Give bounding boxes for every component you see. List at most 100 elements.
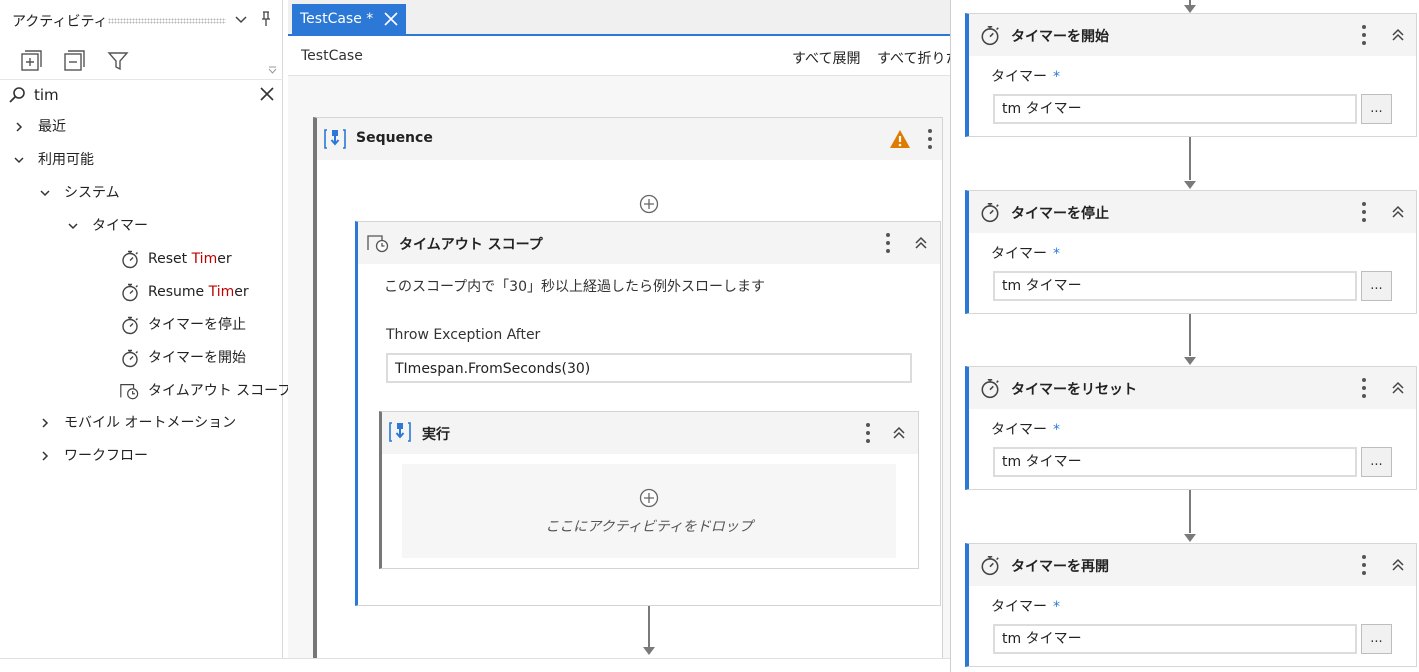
execute-block[interactable]: 実行 ここにアクティビティをドロップ [379, 411, 919, 569]
timer-input[interactable]: tm タイマー [993, 624, 1357, 654]
chevron-down-icon [40, 190, 50, 197]
activity-timeout-scope[interactable]: タイムアウト スコープ [0, 377, 291, 405]
browse-button[interactable]: ... [1361, 94, 1392, 124]
activity-stop-timer[interactable]: タイマーを停止 [0, 311, 283, 339]
clear-search-icon[interactable] [258, 85, 276, 103]
timeout-scope-description: このスコープ内で「30」秒以上経過したら例外スローします [384, 279, 765, 295]
collapse-icon[interactable] [1391, 205, 1405, 219]
stop-timer-activity[interactable]: タイマーを停止 タイマー * tm タイマー ... [965, 190, 1417, 314]
connector-arrow-icon [1184, 357, 1196, 365]
stopwatch-icon [122, 316, 138, 335]
execute-title: 実行 [422, 427, 450, 443]
tree-item-mobile[interactable]: モバイル オートメーション [0, 409, 283, 437]
timeout-scope-icon [120, 384, 139, 400]
timer-field-label: タイマー * [991, 422, 1060, 438]
status-strip [0, 658, 950, 672]
throw-exception-after-input[interactable]: TImespan.FromSeconds(30) [386, 353, 912, 383]
activity-start-timer[interactable]: タイマーを開始 [0, 344, 283, 372]
stopwatch-icon [122, 283, 138, 302]
activity-resume-timer[interactable]: Resume Timer [0, 278, 283, 306]
expand-all-link[interactable]: すべて展開 [792, 48, 860, 68]
collapse-icon[interactable] [892, 426, 906, 440]
timer-activities-panel: タイマーを開始 タイマー * tm タイマー ... タイマーを停止 タイマー * … [950, 0, 1419, 672]
sequence-icon [324, 129, 346, 149]
timer-input[interactable]: tm タイマー [993, 447, 1357, 477]
flow-connector [1189, 490, 1191, 533]
timer-input[interactable]: tm タイマー [993, 271, 1357, 301]
activity-reset-timer[interactable]: Reset Timer [0, 245, 283, 273]
tree-item-label: 利用可能 [38, 152, 94, 168]
flow-connector [648, 606, 650, 650]
collapse-icon[interactable] [914, 236, 928, 250]
activity-title: タイマーを再開 [1011, 559, 1109, 575]
connector-arrow-icon [643, 647, 655, 655]
timer-input[interactable]: tm タイマー [993, 94, 1357, 124]
expand-all-icon[interactable] [20, 50, 42, 72]
more-options-icon[interactable] [885, 232, 891, 254]
tree-item-system[interactable]: システム [0, 179, 283, 207]
tab-strip: TestCase * [288, 0, 950, 36]
tree-item-available[interactable]: 利用可能 [0, 146, 283, 174]
stopwatch-icon [981, 202, 999, 223]
sequence-header: Sequence [317, 118, 942, 160]
more-options-icon[interactable] [1361, 24, 1367, 46]
tree-item-recent[interactable]: 最近 [0, 113, 283, 141]
search-input[interactable] [34, 84, 244, 106]
collapse-icon[interactable] [1391, 558, 1405, 572]
more-options-icon[interactable] [1361, 201, 1367, 223]
sequence-activity[interactable]: Sequence タイムアウト スコープ このスコープ内で「30」秒以上経過した… [313, 117, 943, 658]
designer-canvas[interactable]: Sequence タイムアウト スコープ このスコープ内で「30」秒以上経過した… [288, 76, 950, 658]
add-activity-icon[interactable] [639, 194, 659, 214]
more-options-icon[interactable] [865, 422, 871, 444]
filter-icon[interactable] [107, 50, 129, 72]
activity-title: タイマーをリセット [1011, 382, 1137, 398]
more-options-icon[interactable] [927, 128, 933, 150]
breadcrumb[interactable]: TestCase [301, 48, 363, 64]
search-row [0, 80, 283, 110]
tree-item-label: 最近 [38, 119, 66, 135]
stopwatch-icon [122, 250, 138, 269]
warning-icon[interactable] [889, 129, 911, 149]
panel-dropdown-icon[interactable] [235, 15, 247, 25]
collapse-all-icon[interactable] [63, 50, 85, 72]
close-icon[interactable] [384, 12, 398, 26]
toolbar-overflow-icon[interactable] [268, 66, 277, 74]
chevron-down-icon [14, 157, 24, 164]
connector-arrow-icon [1184, 534, 1196, 542]
browse-button[interactable]: ... [1361, 624, 1392, 654]
activity-drop-zone[interactable]: ここにアクティビティをドロップ [402, 464, 896, 558]
collapse-icon[interactable] [1391, 381, 1405, 395]
activity-label: タイムアウト スコープ [148, 383, 292, 399]
stopwatch-icon [981, 378, 999, 399]
tab-testcase[interactable]: TestCase * [292, 4, 406, 34]
activity-label: Reset Timer [148, 251, 232, 267]
browse-button[interactable]: ... [1361, 271, 1392, 301]
activity-header: タイマーをリセット [969, 367, 1416, 409]
panel-grip[interactable] [108, 18, 226, 24]
tree-item-label: システム [64, 185, 120, 201]
activity-header: タイマーを開始 [969, 14, 1416, 56]
activity-label: Resume Timer [148, 284, 249, 300]
more-options-icon[interactable] [1361, 554, 1367, 576]
connector-arrow-icon [1184, 181, 1196, 189]
tree-item-workflow[interactable]: ワークフロー [0, 442, 283, 470]
activity-label: タイマーを停止 [148, 317, 246, 333]
start-timer-activity[interactable]: タイマーを開始 タイマー * tm タイマー ... [965, 13, 1417, 137]
chevron-down-icon [68, 223, 78, 230]
activity-title: タイマーを開始 [1011, 29, 1109, 45]
more-options-icon[interactable] [1361, 377, 1367, 399]
pin-icon[interactable] [260, 11, 272, 27]
collapse-icon[interactable] [1391, 28, 1405, 42]
stopwatch-icon [981, 555, 999, 576]
drop-hint: ここにアクティビティをドロップ [545, 519, 753, 535]
tree-item-label: モバイル オートメーション [64, 415, 237, 431]
tree-item-timer[interactable]: タイマー [0, 212, 283, 240]
reset-timer-activity[interactable]: タイマーをリセット タイマー * tm タイマー ... [965, 366, 1417, 490]
stopwatch-icon [981, 25, 999, 46]
timeout-scope-title: タイムアウト スコープ [399, 237, 543, 253]
resume-timer-activity[interactable]: タイマーを再開 タイマー * tm タイマー ... [965, 543, 1417, 667]
add-activity-icon[interactable] [639, 488, 659, 508]
browse-button[interactable]: ... [1361, 447, 1392, 477]
collapse-all-link[interactable]: すべて折りた [877, 48, 950, 68]
timeout-scope-activity[interactable]: タイムアウト スコープ このスコープ内で「30」秒以上経過したら例外スローします… [355, 221, 941, 606]
